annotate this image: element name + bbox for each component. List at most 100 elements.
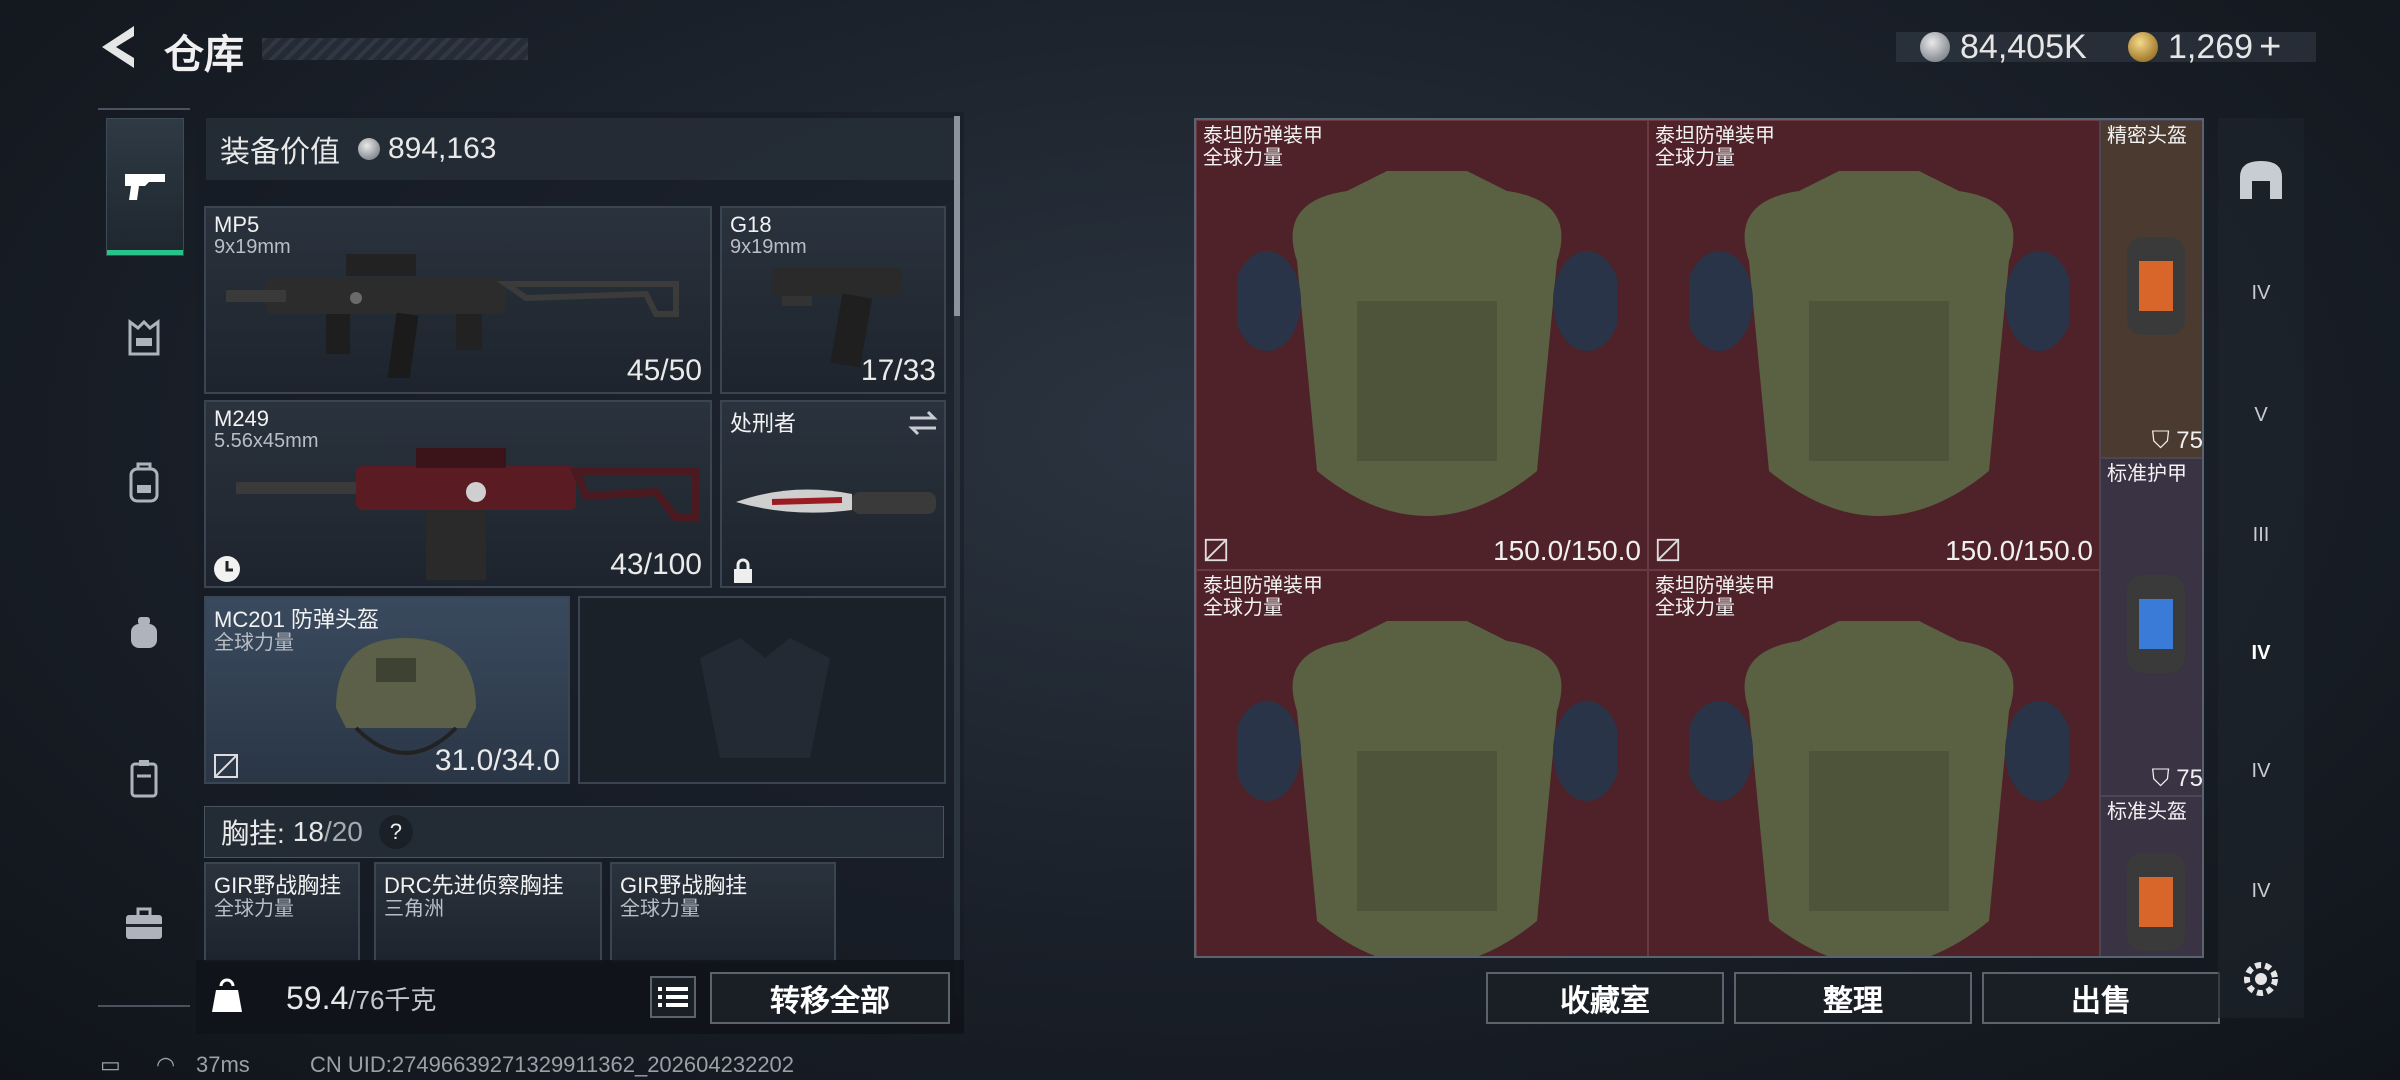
stash-item[interactable]: 泰坦防弹装甲 全球力量 [1648, 570, 2100, 956]
titan-armor-image [1237, 171, 1617, 516]
swap-icon[interactable] [906, 410, 940, 436]
weight-used: 59.4 [286, 980, 349, 1016]
lock-icon [734, 558, 752, 583]
item-label: 泰坦防弹装甲 全球力量 [1203, 575, 1323, 619]
stash-page-tab[interactable]: IV [2226, 856, 2296, 926]
rig-item[interactable]: GIR野战胸挂 全球力量 [610, 862, 836, 962]
item-durability: 150.0/150.0 [1493, 535, 1641, 566]
rig-item[interactable]: GIR野战胸挂 全球力量 [204, 862, 360, 962]
list-view-button[interactable] [650, 976, 696, 1018]
weapon-slot-secondary[interactable]: M249 5.56x45mm 43/100 [204, 400, 712, 588]
weight-icon [212, 978, 242, 1012]
stash-grid: 泰坦防弹装甲 全球力量 150.0/150.0 泰坦防弹装甲 全球力量 150.0/… [1194, 118, 2204, 958]
sell-button[interactable]: 出售 [1982, 972, 2220, 1024]
stash-page-tab[interactable]: III [2226, 500, 2296, 570]
armor-rating: ⛉ 75 [2151, 427, 2203, 454]
stash-page-tab-active[interactable]: IV [2226, 618, 2296, 688]
item-name: 精密头盔 [2107, 125, 2187, 147]
weapon-ammo-type: 9x19mm [730, 236, 807, 258]
organize-button[interactable]: 整理 [1734, 972, 1972, 1024]
rail-top-divider [98, 108, 190, 110]
weapon-slot-primary[interactable]: MP5 9x19mm 45/50 [204, 206, 712, 394]
titan-armor-image [1237, 621, 1617, 956]
no-insure-icon [214, 754, 238, 778]
stash-item[interactable]: 标准头盔 [2100, 796, 2202, 956]
knife-image [736, 489, 936, 514]
stash-item[interactable]: 精密头盔 ⛉ 75 [2100, 120, 2203, 458]
rail-tab-backpack[interactable] [106, 444, 182, 520]
add-currency-icon[interactable]: + [2259, 26, 2281, 69]
battery-icon: ▭ [100, 1052, 121, 1077]
stash-item[interactable]: 标准护甲 ⛉ 75 [2100, 458, 2203, 796]
weapon-ammo-count: 43/100 [610, 548, 702, 581]
rail-tab-toolbox[interactable] [106, 886, 182, 962]
rail-tab-pouch[interactable] [106, 594, 182, 670]
rig-faction: 全球力量 [620, 898, 700, 920]
chest-rig-header: 胸挂: 18 /20 ? [204, 806, 944, 858]
weapon-ammo-type: 5.56x45mm [214, 430, 319, 452]
ping-readout: 37ms [196, 1052, 250, 1077]
equipment-value: 894,163 [388, 132, 497, 165]
transfer-all-button[interactable]: 转移全部 [710, 972, 950, 1024]
item-name: 标准护甲 [2107, 463, 2187, 485]
silver-coin-icon [358, 138, 380, 160]
stash-item[interactable]: 泰坦防弹装甲 全球力量 150.0/150.0 [1196, 120, 1648, 570]
weight-readout: 59.4/76千克 [286, 980, 436, 1017]
rail-bottom-divider [98, 1005, 190, 1007]
help-icon[interactable]: ? [378, 815, 413, 849]
gear-icon [2244, 962, 2278, 996]
weapon-name: G18 [730, 212, 772, 237]
rig-item[interactable]: DRC先进侦察胸挂 三角洲 [374, 862, 602, 962]
chest-rig-total: /20 [323, 816, 363, 847]
loadout-scroll-thumb[interactable] [954, 116, 960, 316]
stash-page-tab[interactable]: IV [2226, 258, 2296, 328]
chest-rig-used: 18 [292, 816, 324, 847]
helmet-durability: 31.0/34.0 [434, 744, 560, 777]
title-decoration [262, 38, 528, 60]
item-durability: 150.0/150.0 [1945, 535, 2093, 566]
helmet-image [2127, 853, 2185, 951]
chest-rig-label: 胸挂: [221, 818, 285, 849]
settings-button[interactable] [2226, 944, 2296, 1014]
gold-amount: 1,269 [2168, 27, 2254, 66]
rig-faction: 全球力量 [214, 898, 294, 920]
weapon-name: M249 [214, 406, 270, 431]
gold-currency[interactable]: 1,269 + [2128, 20, 2281, 74]
stash-page-tab[interactable]: V [2226, 380, 2296, 450]
collection-room-button[interactable]: 收藏室 [1486, 972, 1724, 1024]
item-name: 标准头盔 [2107, 801, 2187, 823]
armor-slot-empty[interactable] [578, 596, 946, 784]
titan-armor-image [1689, 621, 2069, 956]
item-label: 泰坦防弹装甲 全球力量 [1655, 575, 1775, 619]
armor-rating: ⛉ 75 [2151, 765, 2203, 792]
backpack-icon [129, 462, 159, 503]
melee-name: 处刑者 [730, 411, 797, 436]
helmet-image [2127, 237, 2185, 335]
vest-icon [128, 319, 160, 356]
stash-item[interactable]: 泰坦防弹装甲 全球力量 [1196, 570, 1648, 956]
user-uid: CN UID:2749663927132991136​2_20260423220… [310, 1052, 795, 1077]
rail-tab-vest[interactable] [106, 300, 182, 376]
toolbox-icon [126, 907, 162, 939]
list-icon [658, 987, 688, 1007]
page-title: 仓库 [164, 33, 244, 77]
stash-home-tab[interactable] [2226, 144, 2296, 214]
weapon-slot-sidearm[interactable]: G18 9x19mm 17/33 [720, 206, 946, 394]
back-button[interactable] [96, 22, 140, 72]
melee-slot[interactable]: 处刑者 [720, 400, 946, 588]
back-arrow-icon [102, 26, 134, 68]
helmet-slot[interactable]: MC201 防弹头盔 全球力量 31.0/34.0 [204, 596, 570, 784]
home-arch-icon [2240, 161, 2282, 199]
equipment-value-row: 装备价值 894,163 [206, 118, 960, 180]
stash-page-tab[interactable]: IV [2226, 736, 2296, 806]
stash-item[interactable]: 泰坦防弹装甲 全球力量 150.0/150.0 [1648, 120, 2100, 570]
equipment-value-label: 装备价值 [220, 136, 340, 169]
case-icon [130, 760, 158, 798]
armor-image [2127, 575, 2185, 673]
item-label: 泰坦防弹装甲 全球力量 [1655, 125, 1775, 169]
no-insure-icon [1656, 538, 1680, 562]
silver-amount: 84,405K [1960, 27, 2087, 66]
rig-faction: 三角洲 [384, 898, 444, 920]
rail-tab-weapons[interactable] [106, 118, 184, 256]
rail-tab-case[interactable] [106, 740, 182, 816]
